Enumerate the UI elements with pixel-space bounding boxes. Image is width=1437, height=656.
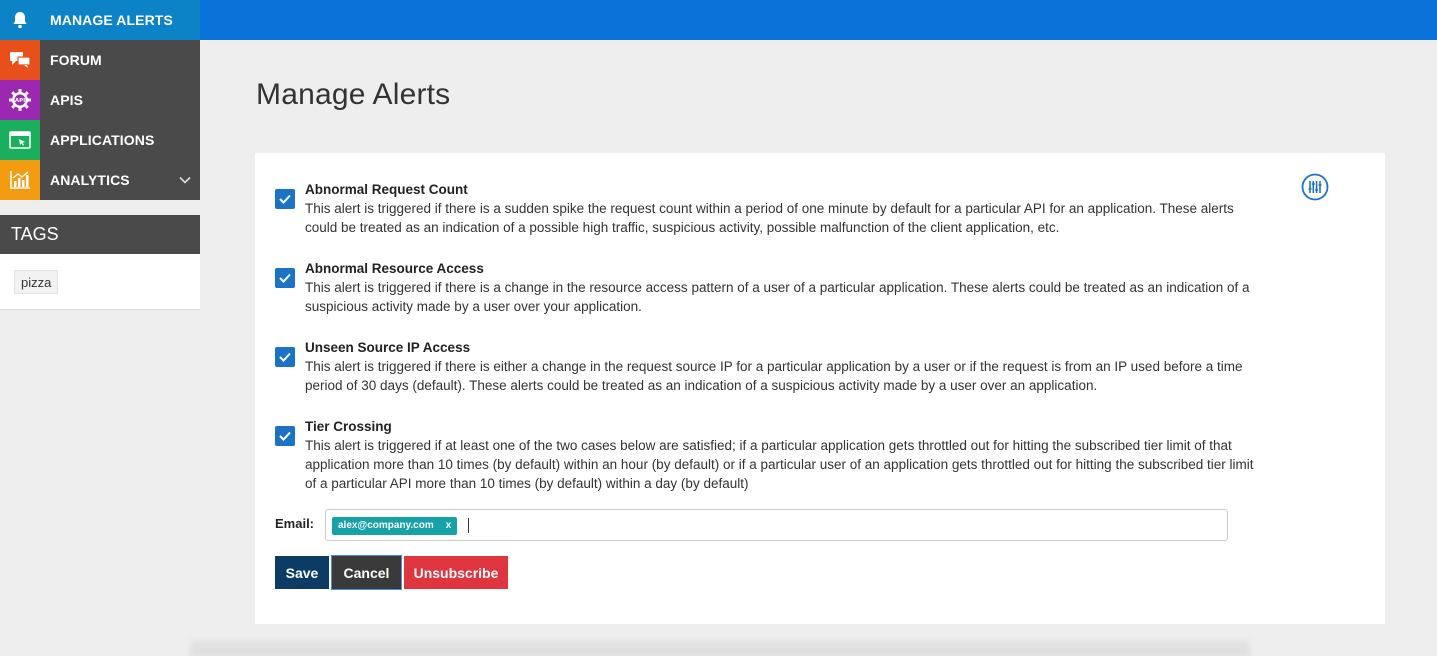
alert-description: This alert is triggered if there is a su…	[305, 201, 1234, 235]
sidebar-item-forum[interactable]: FORUM	[0, 40, 200, 80]
sidebar: MANAGE ALERTS FORUM API APIS APPLICATION…	[0, 0, 200, 200]
alert-tier-crossing: Tier Crossing This alert is triggered if…	[275, 417, 1265, 497]
email-chip: alex@company.com x	[332, 517, 458, 535]
alert-title: Unseen Source IP Access	[305, 340, 471, 355]
alert-title: Tier Crossing	[305, 419, 392, 434]
cancel-button[interactable]: Cancel	[331, 555, 402, 590]
alert-checkbox[interactable]	[275, 268, 295, 288]
sidebar-item-label: MANAGE ALERTS	[50, 12, 173, 28]
page-title: Manage Alerts	[256, 78, 451, 111]
alert-checkbox[interactable]	[275, 189, 295, 209]
alert-abnormal-request-count: Abnormal Request Count This alert is tri…	[275, 180, 1265, 240]
alerts-card: Abnormal Request Count This alert is tri…	[255, 153, 1385, 624]
alert-checkbox[interactable]	[275, 347, 295, 367]
alert-unseen-source-ip-access: Unseen Source IP Access This alert is tr…	[275, 338, 1265, 398]
unsubscribe-button[interactable]: Unsubscribe	[404, 556, 508, 589]
bell-icon	[0, 0, 40, 40]
sidebar-item-label: APIS	[50, 92, 84, 108]
alert-title: Abnormal Request Count	[305, 182, 468, 197]
api-gear-icon: API	[0, 80, 40, 120]
tags-header: TAGS	[0, 215, 200, 254]
sidebar-item-apis[interactable]: API APIS	[0, 80, 200, 120]
sidebar-item-label: FORUM	[50, 52, 102, 68]
alert-description: This alert is triggered if there is eith…	[305, 359, 1243, 393]
email-chip-label: alex@company.com	[338, 520, 434, 531]
email-field[interactable]: alex@company.com x	[325, 509, 1228, 541]
sidebar-item-label: ANALYTICS	[50, 172, 130, 188]
sidebar-item-applications[interactable]: APPLICATIONS	[0, 120, 200, 160]
sidebar-item-analytics[interactable]: ANALYTICS	[0, 160, 200, 200]
alert-description: This alert is triggered if at least one …	[305, 438, 1254, 491]
chart-icon	[0, 160, 40, 200]
settings-sliders-icon[interactable]	[1301, 173, 1329, 201]
application-window-icon	[0, 120, 40, 160]
svg-text:API: API	[15, 98, 25, 104]
sidebar-item-manage-alerts[interactable]: MANAGE ALERTS	[0, 0, 200, 40]
sidebar-item-label: APPLICATIONS	[50, 132, 155, 148]
chevron-down-icon[interactable]	[170, 176, 200, 184]
alert-checkbox[interactable]	[275, 426, 295, 446]
footer-shadow	[190, 640, 1250, 656]
alert-description: This alert is triggered if there is a ch…	[305, 280, 1250, 314]
tag-pizza[interactable]: pizza	[14, 270, 59, 294]
alert-abnormal-resource-access: Abnormal Resource Access This alert is t…	[275, 259, 1265, 319]
top-bar	[200, 0, 1437, 40]
tags-panel: TAGS pizza	[0, 215, 200, 310]
alert-title: Abnormal Resource Access	[305, 261, 484, 276]
chat-icon	[0, 40, 40, 80]
remove-email-icon[interactable]: x	[446, 517, 452, 535]
email-label: Email:	[275, 516, 315, 531]
text-cursor	[468, 518, 469, 533]
save-button[interactable]: Save	[275, 556, 329, 589]
